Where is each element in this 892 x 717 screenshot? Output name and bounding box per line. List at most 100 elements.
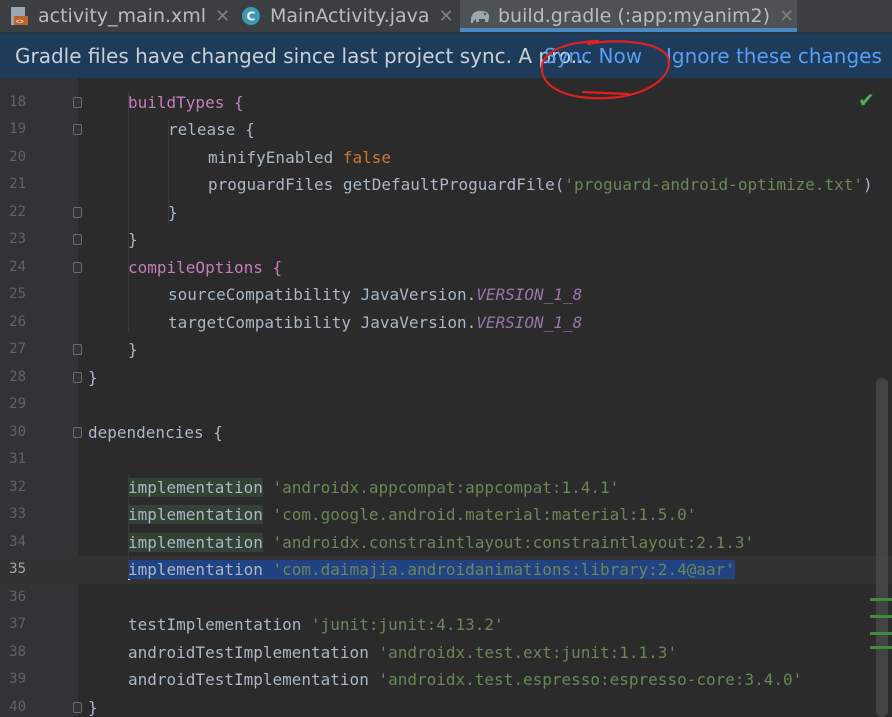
- change-marker[interactable]: [870, 615, 892, 618]
- tab-label: build.gradle (:app:myanim2): [498, 5, 771, 27]
- gradle-elephant-icon: [468, 5, 490, 27]
- line-number: 32: [9, 478, 26, 495]
- code-text: sourceCompatibility JavaVersion.VERSION_…: [168, 285, 583, 304]
- svg-text:C: C: [247, 10, 256, 24]
- code-text: dependencies {: [88, 422, 223, 442]
- code-line[interactable]: 31: [0, 446, 892, 474]
- close-tab-icon[interactable]: ✕: [215, 6, 230, 27]
- line-number: 28: [9, 368, 26, 385]
- code-text: }: [128, 230, 138, 249]
- fold-marker-icon[interactable]: [73, 234, 82, 245]
- code-text: implementation 'com.daimajia.androidanim…: [128, 560, 735, 580]
- code-line[interactable]: 20 minifyEnabled false: [0, 144, 892, 172]
- code-line[interactable]: 32 implementation 'androidx.appcompat:app…: [0, 474, 892, 502]
- code-text: proguardFiles getDefaultProguardFile('pr…: [208, 175, 873, 194]
- code-line[interactable]: 29: [0, 391, 892, 419]
- code-editor[interactable]: 17 18 buildTypes { 19 release { 20 minifyEnabl…: [0, 78, 892, 717]
- change-marker[interactable]: [870, 632, 892, 635]
- vertical-scrollbar[interactable]: [876, 378, 888, 717]
- fold-marker-icon[interactable]: [73, 206, 82, 218]
- code-line[interactable]: 22}: [0, 199, 892, 227]
- line-number: 27: [9, 341, 26, 357]
- line-number: 36: [9, 588, 26, 605]
- svg-text:<>: <>: [16, 18, 24, 26]
- tab-label: activity_main.xml: [38, 5, 207, 27]
- fold-marker-icon[interactable]: [73, 261, 82, 273]
- code-text: compileOptions {: [128, 257, 283, 277]
- code-text: }: [128, 340, 138, 359]
- code-text: androidTestImplementation 'androidx.test…: [128, 642, 678, 662]
- line-number: 30: [9, 423, 26, 440]
- line-number: 38: [9, 643, 26, 660]
- code-text: buildTypes {: [128, 92, 244, 112]
- code-line[interactable]: 34 implementation 'androidx.constraintlay…: [0, 529, 892, 557]
- indent-guide: [128, 250, 129, 332]
- tab-activity-main-xml[interactable]: <> activity_main.xml ✕: [8, 0, 230, 32]
- fold-marker-icon[interactable]: [73, 96, 82, 108]
- code-line[interactable]: 24 compileOptions {: [0, 254, 892, 282]
- line-number: 35: [9, 561, 26, 577]
- fold-marker-icon[interactable]: [73, 124, 82, 135]
- line-number: 24: [9, 258, 26, 275]
- gradle-sync-notification: Gradle files have changed since last pro…: [0, 33, 892, 78]
- line-number: 31: [9, 451, 26, 467]
- line-number: 34: [9, 533, 26, 550]
- code-line[interactable]: 30 dependencies {: [0, 419, 892, 447]
- line-number: 21: [9, 176, 26, 192]
- change-marker[interactable]: [870, 598, 892, 601]
- line-number: 40: [9, 698, 26, 715]
- close-tab-icon[interactable]: ✕: [779, 6, 794, 27]
- code-text: implementation 'androidx.appcompat:appco…: [128, 477, 620, 497]
- code-line[interactable]: 40}: [0, 694, 892, 717]
- xml-layout-icon: <>: [8, 5, 30, 27]
- code-text: }: [88, 367, 98, 387]
- fold-marker-icon[interactable]: [73, 701, 82, 713]
- line-number: 18: [9, 93, 26, 110]
- line-number: 22: [9, 203, 26, 220]
- code-line[interactable]: 38 androidTestImplementation 'androidx.te…: [0, 639, 892, 667]
- code-text: release {: [168, 120, 255, 139]
- code-line[interactable]: 18 buildTypes {: [0, 89, 892, 117]
- tab-main-activity-java[interactable]: C MainActivity.java ✕: [240, 0, 454, 32]
- code-line[interactable]: 23}: [0, 226, 892, 254]
- ignore-changes-link[interactable]: Ignore these changes: [666, 44, 882, 68]
- line-number: 37: [9, 616, 26, 632]
- code-text: implementation 'com.google.android.mater…: [128, 505, 697, 524]
- change-marker[interactable]: [870, 646, 892, 649]
- code-text: testImplementation 'junit:junit:4.13.2': [128, 615, 504, 634]
- code-line[interactable]: 36: [0, 584, 892, 612]
- line-number: 33: [9, 506, 26, 522]
- code-line[interactable]: 25 sourceCompatibility JavaVersion.VERSIO…: [0, 281, 892, 309]
- tab-build-gradle[interactable]: build.gradle (:app:myanim2) ✕: [460, 0, 797, 32]
- editor-tab-bar: <> activity_main.xml ✕ C MainActivity.ja…: [0, 0, 892, 33]
- line-number: 26: [9, 313, 26, 330]
- code-text: }: [88, 697, 98, 717]
- close-tab-icon[interactable]: ✕: [439, 6, 454, 27]
- line-number: 20: [9, 148, 26, 165]
- indent-guide: [168, 120, 169, 224]
- code-text: targetCompatibility JavaVersion.VERSION_…: [168, 312, 583, 332]
- code-line[interactable]: 35 implementation 'com.daimajia.androidan…: [0, 556, 892, 584]
- code-text: implementation 'androidx.constraintlayou…: [128, 532, 755, 552]
- sync-now-link[interactable]: Sync Now: [544, 44, 642, 68]
- inspection-ok-check-icon[interactable]: ✔: [858, 88, 875, 112]
- code-line[interactable]: 17: [0, 78, 892, 89]
- code-line[interactable]: 37 testImplementation 'junit:junit:4.13.2…: [0, 611, 892, 639]
- indent-guide: [128, 475, 129, 575]
- code-line[interactable]: 28}: [0, 364, 892, 392]
- fold-marker-icon[interactable]: [73, 426, 82, 438]
- line-number: 25: [9, 286, 26, 302]
- code-line[interactable]: 21 proguardFiles getDefaultProguardFile('…: [0, 171, 892, 199]
- active-tab-indicator: [460, 28, 797, 32]
- code-text: }: [168, 202, 178, 222]
- line-number: 29: [9, 396, 26, 412]
- code-text: minifyEnabled false: [208, 147, 392, 167]
- code-line[interactable]: 39 androidTestImplementation 'androidx.te…: [0, 666, 892, 694]
- line-number: 19: [9, 121, 26, 137]
- code-line[interactable]: 33 implementation 'com.google.android.mat…: [0, 501, 892, 529]
- code-line[interactable]: 27}: [0, 336, 892, 364]
- code-line[interactable]: 26 targetCompatibility JavaVersion.VERSIO…: [0, 309, 892, 337]
- code-line[interactable]: 19 release {: [0, 116, 892, 144]
- fold-marker-icon[interactable]: [73, 371, 82, 383]
- fold-marker-icon[interactable]: [73, 344, 82, 355]
